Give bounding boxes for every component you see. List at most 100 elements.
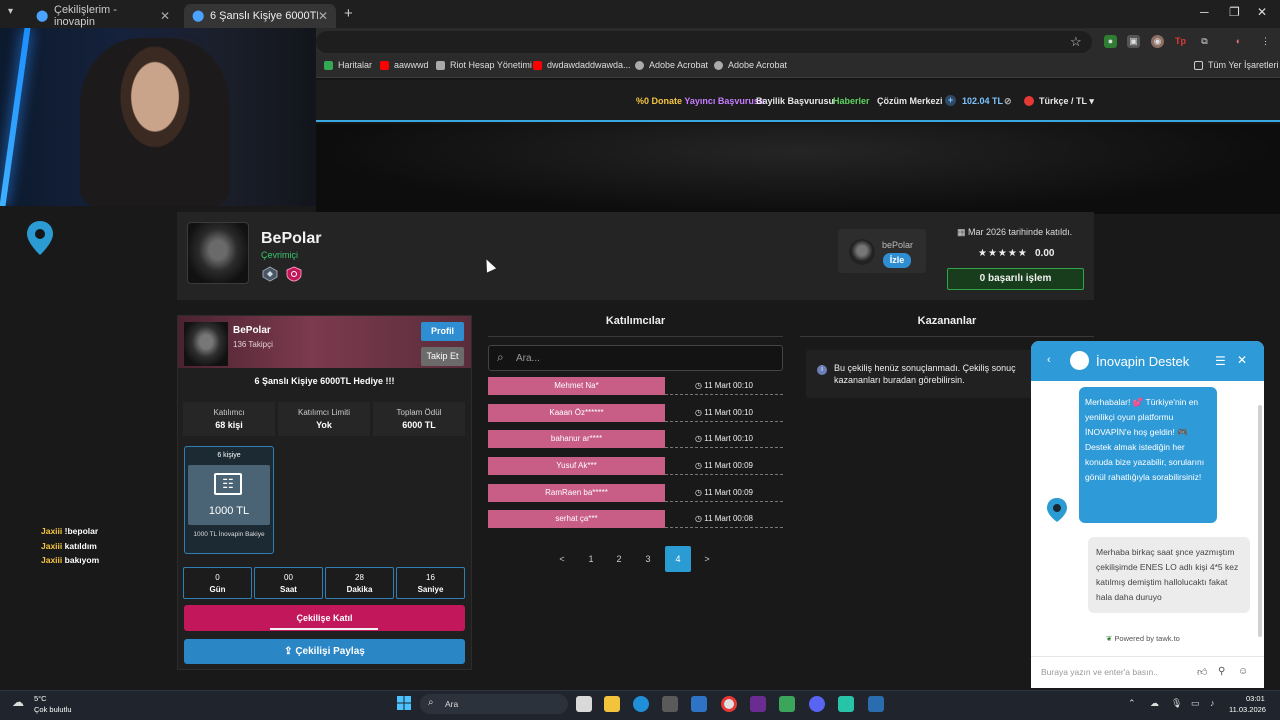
close-tab-icon[interactable]: ✕ xyxy=(318,9,328,23)
discord-icon[interactable] xyxy=(809,696,825,712)
clock-icon: ◷ xyxy=(695,514,702,523)
bookmark-item[interactable]: aawwwd xyxy=(380,60,429,70)
profile-icon[interactable]: ◐ xyxy=(1232,35,1245,48)
stream-chat-line: Jaxiii katıldım xyxy=(41,541,97,551)
extension-icon[interactable]: Tp xyxy=(1174,35,1187,48)
extension-icon[interactable]: ● xyxy=(1104,35,1117,48)
inovapin-favicon-icon: ⬤ xyxy=(36,10,49,22)
network-icon[interactable]: ☁ xyxy=(1150,698,1159,709)
weather-description[interactable]: Çok bulutlu xyxy=(34,705,72,714)
participant-row: RamRaen ba***** ◷ 11 Mart 00:09 xyxy=(488,484,783,502)
tab-cekilislerim[interactable]: ⬤ Çekilişlerim - inovapin ✕ xyxy=(28,4,178,28)
add-balance-icon[interactable]: + xyxy=(945,95,956,106)
chat-message-input[interactable]: Buraya yazın ve enter'a basın.. xyxy=(1041,667,1158,677)
owner-avatar[interactable] xyxy=(184,322,228,366)
app-icon[interactable] xyxy=(838,696,854,712)
follow-button[interactable]: Takip Et xyxy=(421,347,464,366)
avatar[interactable] xyxy=(187,222,249,284)
pagination-page[interactable]: 3 xyxy=(635,546,661,572)
tab-label: Çekilişlerim - inovapin xyxy=(54,4,117,28)
streamer-avatar[interactable] xyxy=(849,239,875,265)
microphone-icon[interactable]: 🎙︎ xyxy=(1171,698,1182,709)
app-icon[interactable] xyxy=(868,696,884,712)
pagination-page[interactable]: 2 xyxy=(606,546,632,572)
chevron-up-icon[interactable]: ⌃ xyxy=(1128,698,1136,709)
bookmark-item[interactable]: dwdawdaddwawda... xyxy=(533,60,631,70)
prize-amount: 1000 TL xyxy=(208,505,250,517)
store-icon[interactable] xyxy=(662,696,678,712)
pagination-prev[interactable]: < xyxy=(549,546,575,572)
profile-button[interactable]: Profil xyxy=(421,322,464,341)
turkey-flag-icon xyxy=(1024,96,1034,106)
nav-help-center[interactable]: Çözüm Merkezi xyxy=(877,96,943,106)
clock-icon: ◷ xyxy=(695,461,702,470)
app-icon[interactable] xyxy=(750,696,766,712)
globe-icon xyxy=(714,60,723,70)
success-count-button[interactable]: 0 başarılı işlem xyxy=(947,268,1084,290)
mail-icon[interactable] xyxy=(691,696,707,712)
bookmark-item[interactable]: Haritalar xyxy=(324,60,372,70)
rating-value: 0.00 xyxy=(1035,248,1055,259)
thumbs-up-icon[interactable]: 👍︎ xyxy=(1197,666,1207,678)
nav-dealer[interactable]: Bayilik Başvurusu xyxy=(756,96,834,106)
display-icon[interactable]: ▭ xyxy=(1191,698,1200,709)
volume-icon[interactable]: ♪ xyxy=(1210,698,1215,708)
powered-by[interactable]: ❦ Powered by tawk.to xyxy=(1106,634,1180,643)
browser-menu-icon[interactable]: ⋮ xyxy=(1259,35,1272,48)
clock-time[interactable]: 03:01 xyxy=(1246,694,1265,703)
hide-balance-icon[interactable]: ⊘ xyxy=(1004,96,1012,107)
taskbar-search-label: Ara xyxy=(445,699,459,709)
close-tab-icon[interactable]: ✕ xyxy=(160,9,170,23)
clock-date[interactable]: 11.03.2026 xyxy=(1229,705,1266,714)
maximize-button[interactable]: ❐ xyxy=(1229,5,1240,19)
extension-icon[interactable]: ▣ xyxy=(1127,35,1140,48)
youtube-icon xyxy=(533,60,542,70)
minimize-button[interactable]: ─ xyxy=(1200,5,1209,19)
address-input[interactable] xyxy=(316,31,1092,53)
chat-scrollbar[interactable] xyxy=(1258,405,1262,637)
edge-icon[interactable] xyxy=(633,696,649,712)
attachment-icon[interactable]: ⚲ xyxy=(1218,666,1225,677)
pagination-next[interactable]: > xyxy=(694,546,720,572)
all-bookmarks[interactable]: Tüm Yer İşaretleri xyxy=(1194,60,1279,70)
menu-icon[interactable]: ☰ xyxy=(1215,354,1226,368)
nav-news[interactable]: Haberler xyxy=(833,96,870,106)
watch-button[interactable]: İzle xyxy=(883,253,911,268)
pagination-page[interactable]: 1 xyxy=(578,546,604,572)
tawk-leaf-icon: ❦ xyxy=(1106,634,1113,643)
participant-row: Mehmet Na* ◷ 11 Mart 00:10 xyxy=(488,377,783,395)
extension-icon[interactable]: ◉ xyxy=(1151,35,1164,48)
tab-giveaway[interactable]: ⬤ 6 Şanslı Kişiye 6000TL Hediye !! ✕ xyxy=(184,4,336,28)
share-giveaway-button[interactable]: ⇪ Çekilişi Paylaş xyxy=(184,639,465,664)
tab-search-icon[interactable]: ▾ xyxy=(8,6,13,17)
windows-start-icon[interactable] xyxy=(397,696,411,710)
extensions-puzzle-icon[interactable]: ⧉ xyxy=(1198,35,1211,48)
bookmark-item[interactable]: Adobe Acrobat xyxy=(714,60,787,70)
agent-message: Merhabalar! 💕 Türkiye'nin en yenilikçi o… xyxy=(1079,387,1217,523)
inovapin-logo-icon[interactable] xyxy=(26,220,54,256)
balance[interactable]: 102.04 TL xyxy=(962,96,1003,106)
support-chat-title: İnovapin Destek xyxy=(1096,354,1190,369)
bookmark-item[interactable]: Adobe Acrobat xyxy=(635,60,708,70)
close-icon[interactable]: ✕ xyxy=(1237,353,1247,367)
back-icon[interactable]: ‹ xyxy=(1047,354,1051,366)
emoji-icon[interactable]: ☺ xyxy=(1238,666,1248,677)
bookmark-star-icon[interactable]: ☆ xyxy=(1070,34,1082,50)
new-tab-button[interactable]: + xyxy=(344,5,353,22)
bookmark-item[interactable]: Riot Hesap Yönetimi xyxy=(436,60,532,70)
chrome-icon[interactable] xyxy=(721,696,737,712)
app-icon[interactable] xyxy=(779,696,795,712)
pagination-page-current[interactable]: 4 xyxy=(665,546,691,572)
nav-donate[interactable]: %0 Donate Yayıncı Başvurusu xyxy=(636,96,764,106)
folder-icon xyxy=(1194,60,1203,70)
taskbar-search-input[interactable] xyxy=(420,694,568,714)
participant-row: Kaaan Öz****** ◷ 11 Mart 00:10 xyxy=(488,404,783,422)
language-select[interactable]: Türkçe / TL ▾ xyxy=(1039,96,1094,107)
clock-icon: ◷ xyxy=(695,434,702,443)
cloud-icon[interactable]: ☁ xyxy=(12,695,28,709)
countdown-days: 0 Gün xyxy=(183,567,252,599)
weather-temperature[interactable]: 5°C xyxy=(34,694,47,703)
file-explorer-icon[interactable] xyxy=(604,696,620,712)
close-window-button[interactable]: ✕ xyxy=(1257,5,1267,19)
task-view-icon[interactable] xyxy=(576,696,592,712)
